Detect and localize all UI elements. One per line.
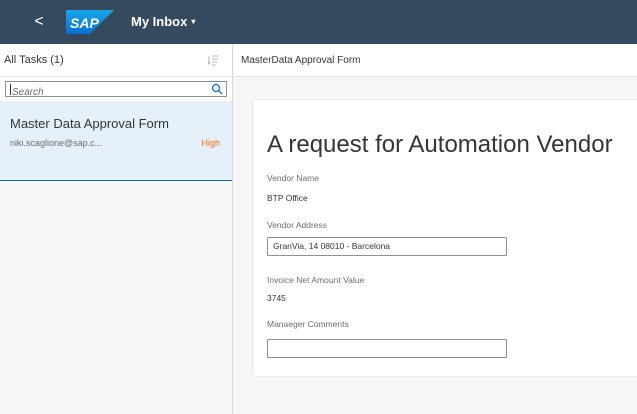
chevron-left-icon: < bbox=[34, 13, 44, 30]
search-bar bbox=[0, 77, 232, 101]
request-heading: A request for Automation Vendor bbox=[267, 131, 613, 158]
form-card: A request for Automation Vendor Vendor N… bbox=[252, 99, 637, 377]
detail-header: MasterData Approval Form bbox=[234, 44, 637, 77]
detail-title: MasterData Approval Form bbox=[241, 55, 361, 66]
invoice-amount-value: 3745 bbox=[267, 293, 286, 303]
search-field[interactable] bbox=[5, 81, 227, 100]
task-title: Master Data Approval Form bbox=[10, 116, 169, 131]
vendor-address-label: Vendor Address bbox=[267, 220, 328, 230]
caret-down-icon: ▾ bbox=[191, 17, 196, 26]
back-button[interactable]: < bbox=[28, 11, 50, 33]
search-icon[interactable] bbox=[211, 83, 223, 95]
app-title: My Inbox bbox=[131, 14, 188, 29]
manager-comments-label: Manaeger Comments bbox=[267, 319, 349, 329]
task-user: niki.scaglione@sap.c... bbox=[10, 138, 103, 148]
manager-comments-input[interactable] bbox=[267, 339, 507, 358]
sap-logo: SAP bbox=[66, 10, 114, 34]
text-cursor bbox=[10, 84, 11, 95]
tasks-title: All Tasks (1) bbox=[4, 54, 64, 66]
invoice-amount-label: Invoice Net Amount Value bbox=[267, 275, 365, 285]
vendor-name-label: Vendor Name bbox=[267, 173, 319, 183]
sap-logo-text: SAP bbox=[70, 15, 99, 31]
task-priority: High bbox=[201, 138, 220, 148]
shell-bar: < SAP My Inbox ▾ bbox=[0, 0, 637, 44]
master-list-header: All Tasks (1) bbox=[0, 44, 232, 77]
search-input[interactable] bbox=[6, 85, 196, 100]
app-title-menu[interactable]: My Inbox ▾ bbox=[131, 14, 195, 29]
master-list-pane: All Tasks (1) Master Data Approval Form … bbox=[0, 44, 233, 414]
sort-icon[interactable] bbox=[208, 54, 220, 66]
vendor-name-value: BTP Office bbox=[267, 193, 308, 203]
task-list-item[interactable]: Master Data Approval Form niki.scaglione… bbox=[0, 101, 232, 181]
vendor-address-input[interactable]: GranVia, 14 08010 - Barcelona bbox=[267, 237, 507, 256]
